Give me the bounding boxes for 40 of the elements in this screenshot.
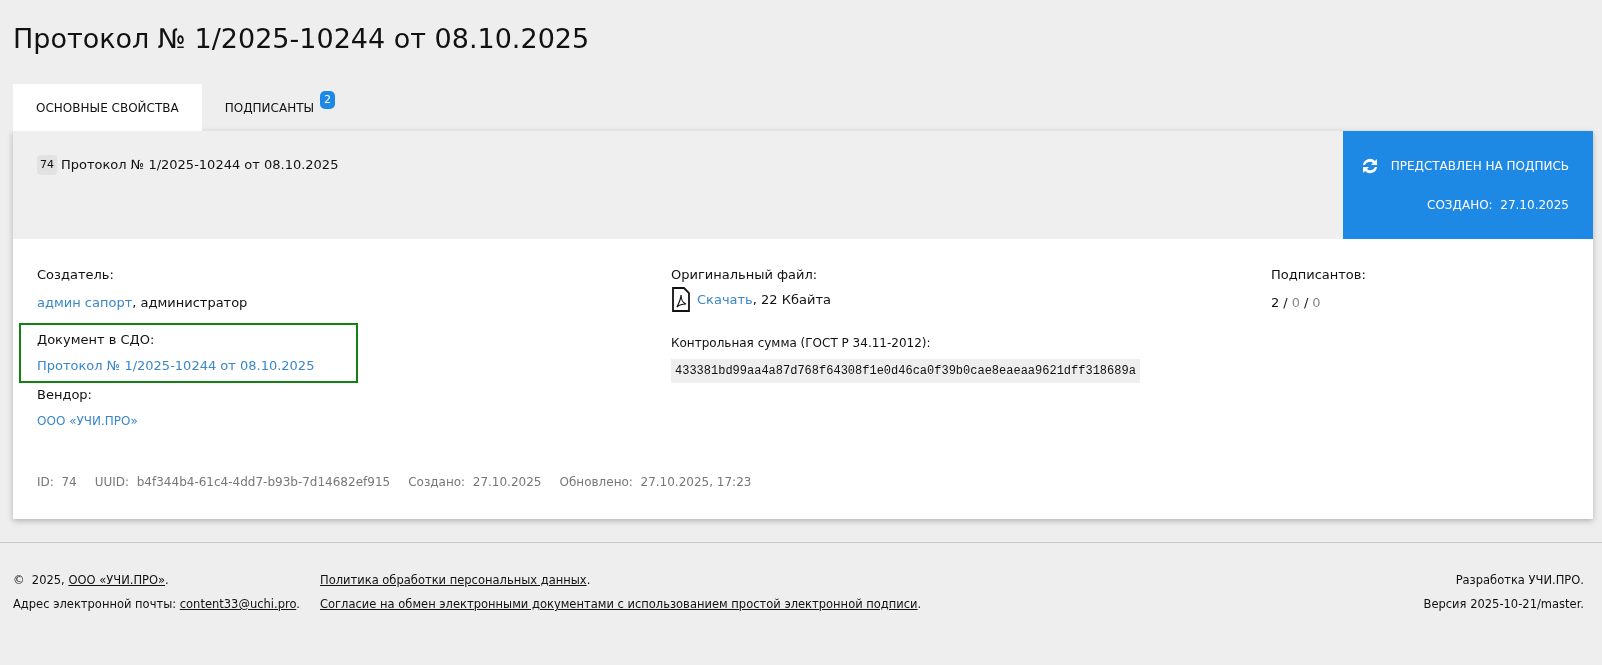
document-link[interactable]: Протокол № 1/2025-10244 от 08.10.2025 bbox=[37, 358, 315, 373]
consent-text: Согласие на обмен электронными документами с использованием простой электронной подписи. bbox=[320, 596, 922, 613]
signer-count: 2 bbox=[1271, 294, 1280, 312]
creator-link[interactable]: админ сапорт bbox=[37, 295, 133, 310]
field-label: Подписантов: bbox=[1271, 266, 1366, 284]
company-link[interactable]: ООО «УЧИ.ПРО» bbox=[68, 573, 166, 587]
field-label: Контрольная сумма (ГОСТ Р 34.11-2012): bbox=[671, 335, 931, 352]
copyright-text: © 2025, ООО «УЧИ.ПРО». bbox=[13, 572, 169, 589]
created-date: СОЗДАНО: 27.10.2025 bbox=[1427, 197, 1569, 214]
field-label: Создатель: bbox=[37, 266, 114, 284]
version-text: Версия 2025-10-21/master. bbox=[1423, 596, 1584, 613]
count-badge: 2 bbox=[320, 91, 336, 109]
field-label: Документ в СДО: bbox=[37, 331, 155, 349]
field-label: Вендор: bbox=[37, 386, 92, 404]
meta-item: UUID: b4f344b4-61c4-4dd7-b93b-7d14682ef915 bbox=[94, 474, 391, 491]
tab[interactable]: ПОДПИСАНТЫ 2 bbox=[201, 84, 338, 131]
policy-link[interactable]: Политика обработки персональных данных bbox=[320, 573, 587, 587]
email-text: Адрес электронной почты: content33@uchi.pro. bbox=[13, 596, 300, 613]
meta-item: Создано: 27.10.2025 bbox=[408, 474, 542, 491]
document-name: Протокол № 1/2025-10244 от 08.10.2025 bbox=[61, 156, 339, 174]
meta-item: ID: 74 bbox=[37, 474, 77, 491]
separator: / bbox=[1283, 294, 1288, 312]
download-link[interactable]: Скачать bbox=[697, 292, 753, 307]
meta-item: Обновлено: 27.10.2025, 17:23 bbox=[559, 474, 752, 491]
separator: / bbox=[1303, 294, 1309, 312]
vendor-link[interactable]: ООО «УЧИ.ПРО» bbox=[37, 414, 138, 428]
checksum-value: 433381bd99aa4a87d768f64308f1e0d46ca0f39b0cae8eaeaa9621dff318689a bbox=[671, 359, 1140, 383]
developer-text: Разработка УЧИ.ПРО. bbox=[1455, 572, 1584, 589]
signer-count: 0 bbox=[1291, 294, 1300, 312]
pdf-file-icon bbox=[671, 287, 691, 313]
creator-role: , администратор bbox=[132, 295, 248, 310]
signer-count: 0 bbox=[1312, 294, 1321, 312]
page-title: Протокол № 1/2025-10244 от 08.10.2025 bbox=[13, 22, 590, 56]
tab[interactable]: ОСНОВНЫЕ СВОЙСТВА bbox=[13, 84, 202, 131]
id-badge: 74 bbox=[37, 155, 57, 175]
status-label: ПРЕДСТАВЛЕН НА ПОДПИСЬ bbox=[1390, 158, 1569, 175]
field-label: Оригинальный файл: bbox=[671, 266, 818, 284]
consent-link[interactable]: Согласие на обмен электронными документами с использованием простой электронной подписи bbox=[320, 597, 918, 611]
policy-text: Политика обработки персональных данных. bbox=[320, 572, 591, 589]
file-size: , 22 Кбайта bbox=[752, 292, 831, 307]
